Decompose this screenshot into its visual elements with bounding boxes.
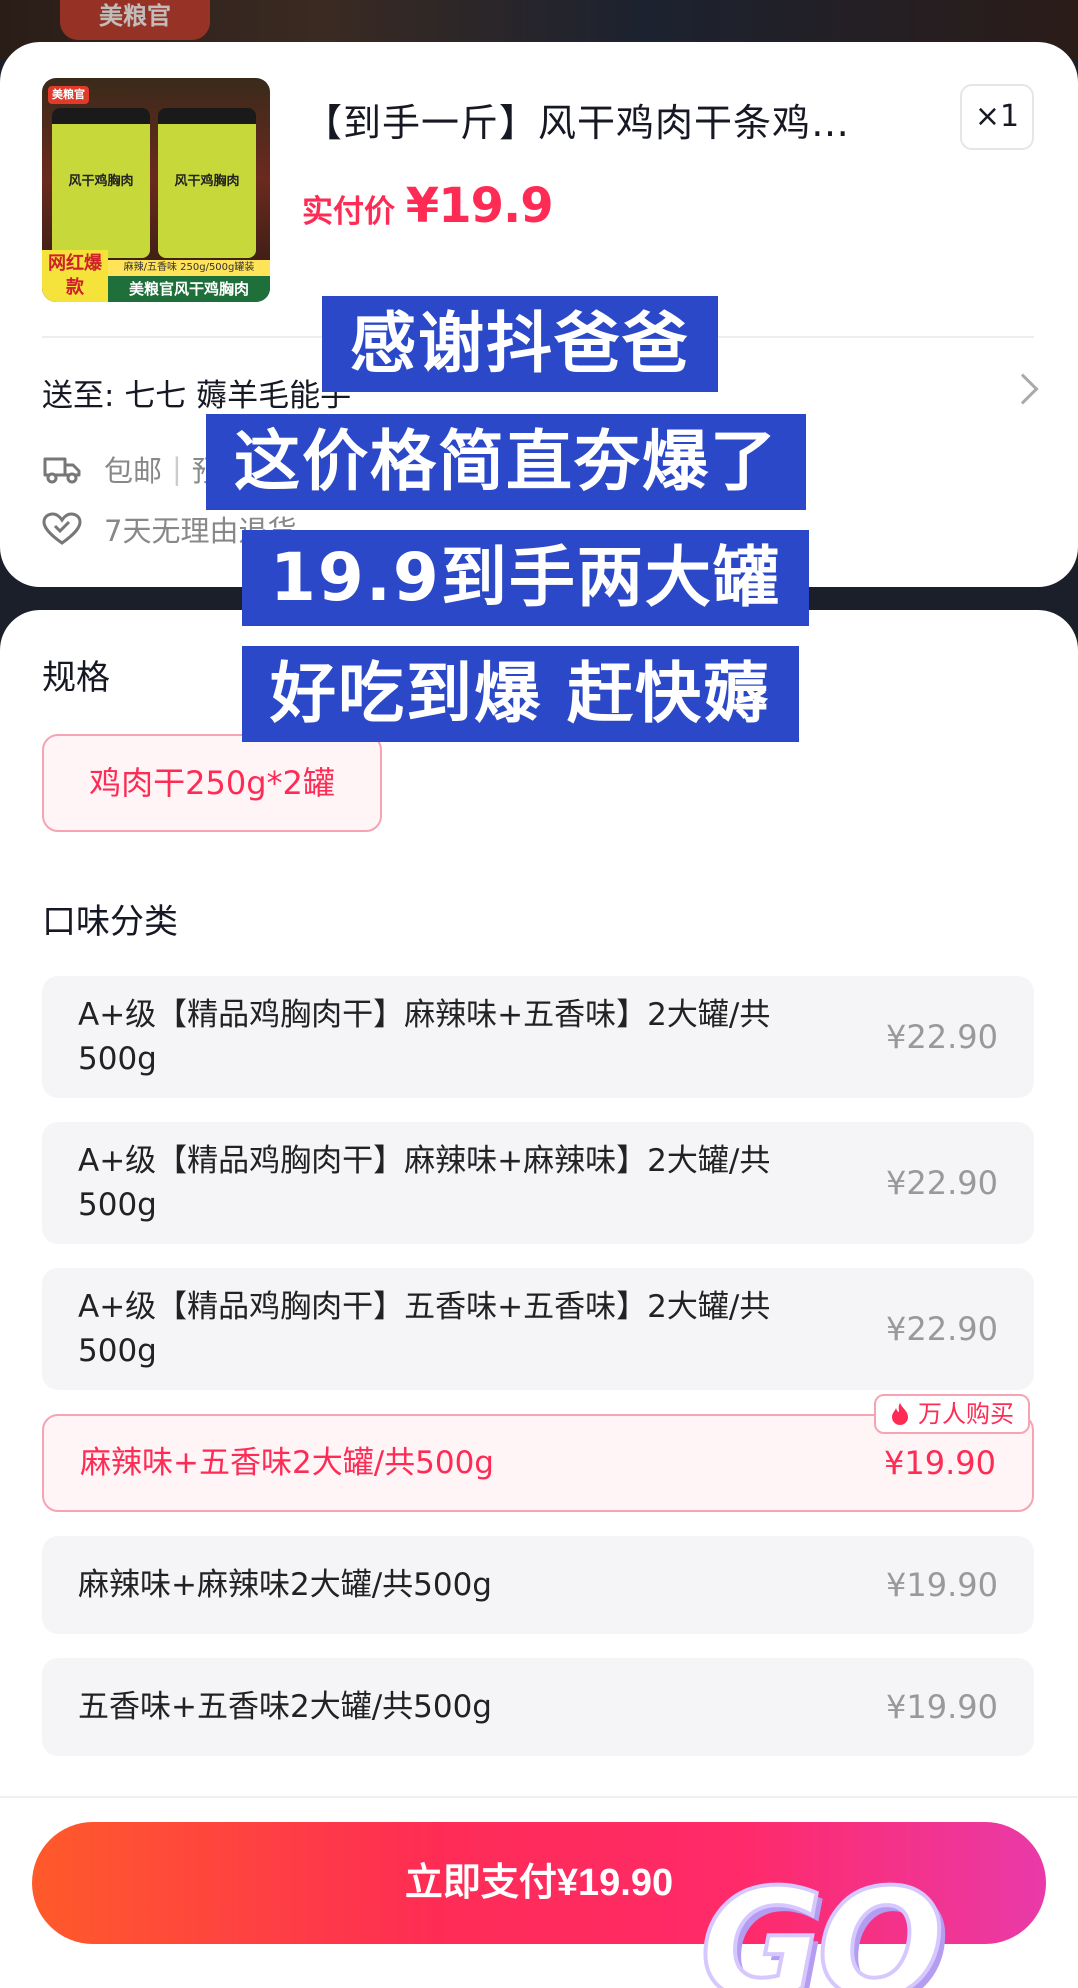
heart-shield-icon (42, 512, 82, 545)
thumbnail-brand-tag: 美粮官 (48, 86, 89, 104)
actual-price-value: ¥19.9 (405, 178, 554, 234)
free-shipping-label: 包邮 (104, 454, 163, 488)
flavor-option[interactable]: 麻辣味+麻辣味2大罐/共500g ¥19.90 (42, 1536, 1034, 1634)
go-sticker: GO (698, 1858, 947, 1988)
caption-line: 19.9到手两大罐 (242, 530, 809, 626)
caption-line: 这价格简直夯爆了 (206, 414, 806, 510)
flavor-option[interactable]: A+级【精品鸡胸肉干】五香味+五香味】2大罐/共500g ¥22.90 (42, 1268, 1034, 1390)
spec-section-title: 规格 (42, 658, 110, 698)
footer-divider (0, 1796, 1078, 1798)
thumbnail-jar-text: 风干鸡胸肉 (174, 174, 240, 189)
popular-badge: 万人购买 (874, 1394, 1030, 1434)
flavor-option[interactable]: A+级【精品鸡胸肉干】麻辣味+麻辣味】2大罐/共500g ¥22.90 (42, 1122, 1034, 1244)
product-thumbnail[interactable]: 美粮官 风干鸡胸肉 风干鸡胸肉 麻辣/五香味 250g/500g罐装 网红爆款 … (42, 78, 270, 302)
background-brand-label: 美粮官 (60, 0, 210, 40)
flavor-option-label: A+级【精品鸡胸肉干】麻辣味+麻辣味】2大罐/共500g (78, 1143, 771, 1223)
flavor-option-price: ¥22.90 (886, 1018, 998, 1056)
thumbnail-jar-right: 风干鸡胸肉 (158, 108, 256, 258)
flavor-option[interactable]: A+级【精品鸡胸肉干】麻辣味+五香味】2大罐/共500g ¥22.90 (42, 976, 1034, 1098)
product-title: 【到手一斤】风干鸡肉干条鸡… (304, 101, 851, 145)
thumbnail-jar-left: 风干鸡胸肉 (52, 108, 150, 258)
flavor-option-label: 麻辣味+麻辣味2大罐/共500g (78, 1567, 492, 1603)
ship-to-prefix: 送至: (42, 378, 115, 414)
caption-line: 感谢抖爸爸 (322, 296, 718, 392)
flavor-option-label: A+级【精品鸡胸肉干】五香味+五香味】2大罐/共500g (78, 1289, 771, 1369)
flavor-option-price: ¥22.90 (886, 1164, 998, 1202)
thumbnail-jar-text: 风干鸡胸肉 (68, 174, 134, 189)
service-separator: | (172, 452, 182, 486)
flavor-option-price: ¥19.90 (886, 1566, 998, 1604)
shipping-service-row: 包邮 | 预 (42, 448, 221, 490)
actual-price: 实付价 ¥19.9 (302, 178, 554, 234)
ship-to-value: 七七 薅羊毛能手 (124, 378, 352, 414)
thumbnail-hot-badge: 网红爆款 (42, 250, 108, 302)
caption-line: 好吃到爆 赶快薅 (242, 646, 799, 742)
flavor-option-label: 五香味+五香味2大罐/共500g (78, 1689, 492, 1725)
thumbnail-flavor-strip: 麻辣/五香味 250g/500g罐装 (108, 260, 270, 276)
popular-badge-label: 万人购买 (918, 1400, 1014, 1428)
actual-price-label: 实付价 (302, 194, 406, 230)
spec-option-selected[interactable]: 鸡肉干250g*2罐 (42, 734, 382, 832)
quantity-selector[interactable]: ×1 (960, 84, 1034, 150)
flavor-option-label: 麻辣味+五香味2大罐/共500g (80, 1445, 494, 1481)
thumbnail-bottom-strip: 美粮官风干鸡胸肉 (108, 276, 270, 302)
flavor-section-title: 口味分类 (42, 902, 178, 942)
flavor-option[interactable]: 五香味+五香味2大罐/共500g ¥19.90 (42, 1658, 1034, 1756)
flavor-option-price: ¥22.90 (886, 1310, 998, 1348)
flame-icon (892, 1403, 908, 1425)
flavor-option-price: ¥19.90 (884, 1444, 996, 1482)
truck-icon (43, 457, 81, 484)
flavor-option-price: ¥19.90 (886, 1688, 998, 1726)
flavor-option-label: A+级【精品鸡胸肉干】麻辣味+五香味】2大罐/共500g (78, 997, 771, 1077)
ship-to-address[interactable]: 送至: 七七 薅羊毛能手 (42, 370, 351, 415)
